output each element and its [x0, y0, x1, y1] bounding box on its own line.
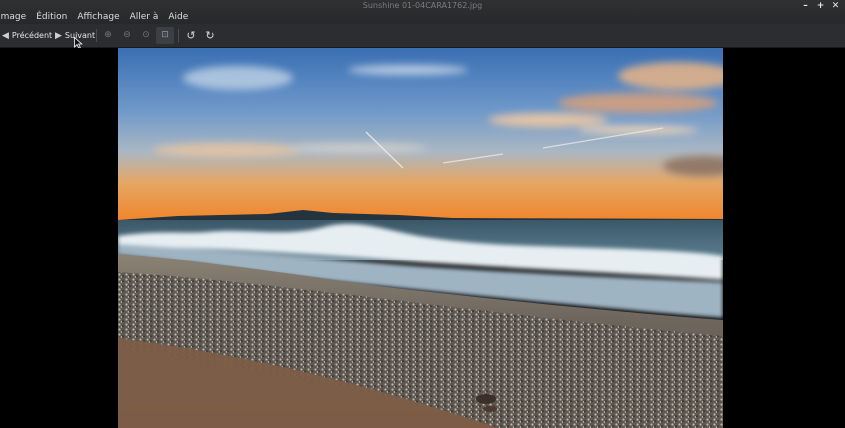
separator — [96, 29, 97, 42]
rotate-right-button[interactable]: ↻ — [201, 27, 219, 44]
zoom-in-icon: ⊕ — [104, 30, 112, 40]
menu-help[interactable]: Aide — [163, 10, 193, 24]
zoom-original-icon: ⊙ — [142, 30, 150, 40]
zoom-out-button[interactable]: ⊖ — [118, 27, 136, 44]
menu-image[interactable]: Image — [0, 10, 31, 24]
zoom-in-button[interactable]: ⊕ — [99, 27, 117, 44]
window-title: Sunshine 01-04CARA1762.jpg — [362, 1, 483, 10]
arrow-right-icon: ▶ — [55, 30, 62, 41]
rotate-left-icon: ↺ — [186, 29, 196, 42]
previous-button[interactable]: ◀ Précédent — [2, 27, 52, 44]
toolbar: ◀ Précédent ▶ Suivant ⊕ ⊖ ⊙ ⊡ ↺ ↻ — [0, 24, 845, 48]
close-button[interactable]: ✕ — [828, 0, 843, 12]
separator — [178, 29, 179, 42]
zoom-original-button[interactable]: ⊙ — [137, 27, 155, 44]
image-viewport[interactable] — [0, 48, 845, 428]
menu-view[interactable]: Affichage — [72, 10, 124, 24]
menu-bar: Image Édition Affichage Aller à Aide — [0, 10, 193, 24]
window-controls: – + ✕ — [798, 0, 843, 12]
maximize-button[interactable]: + — [813, 0, 828, 12]
previous-label: Précédent — [11, 31, 53, 40]
beach-sunset-photo — [118, 48, 723, 428]
zoom-fit-button[interactable]: ⊡ — [156, 27, 174, 44]
zoom-out-icon: ⊖ — [123, 30, 131, 40]
rotate-left-button[interactable]: ↺ — [182, 27, 200, 44]
arrow-left-icon: ◀ — [2, 30, 9, 41]
title-bar: Sunshine 01-04CARA1762.jpg Image Édition… — [0, 0, 845, 24]
menu-edit[interactable]: Édition — [31, 10, 72, 24]
zoom-fit-icon: ⊡ — [161, 30, 169, 40]
minimize-button[interactable]: – — [798, 0, 813, 12]
rotate-right-icon: ↻ — [205, 29, 215, 42]
menu-go[interactable]: Aller à — [125, 10, 164, 24]
